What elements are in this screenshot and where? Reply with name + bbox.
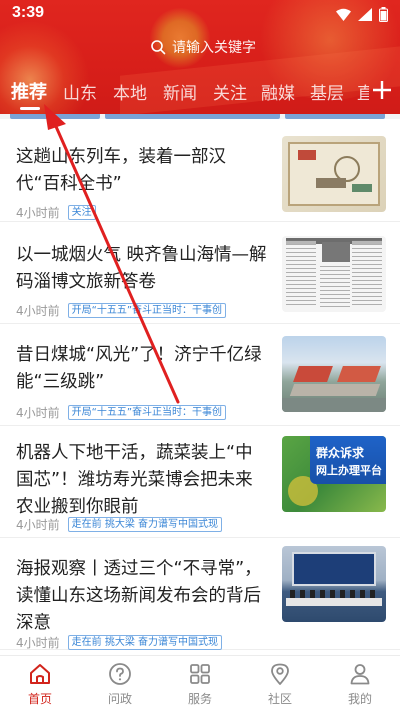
add-channel-icon[interactable] xyxy=(371,79,393,101)
nav-inquiry[interactable]: 问政 xyxy=(80,662,160,707)
status-time: 3:39 xyxy=(12,4,45,21)
news-title: 这趟山东列车，装着一部汉代“百科全书” xyxy=(16,147,226,194)
banner-segment xyxy=(105,114,280,119)
nav-mine[interactable]: 我的 xyxy=(320,662,400,707)
battery-icon xyxy=(379,7,388,22)
banner-segment xyxy=(10,114,100,119)
news-meta: 4小时前 走在前 挑大梁 奋力谱写中国式现 xyxy=(16,516,222,533)
news-time: 4小时前 xyxy=(16,206,60,220)
news-meta: 4小时前 走在前 挑大梁 奋力谱写中国式现 xyxy=(16,634,222,651)
grid-icon xyxy=(190,664,210,684)
channel-tabs: 推荐 山东 本地 新闻 关注 融媒 基层 直 xyxy=(0,76,400,110)
tab-recommend[interactable]: 推荐 xyxy=(11,78,47,104)
location-pin-icon xyxy=(271,663,289,685)
search-placeholder: 请输入关键字 xyxy=(172,40,256,56)
news-tag[interactable]: 走在前 挑大梁 奋力谱写中国式现 xyxy=(67,635,222,650)
person-icon xyxy=(350,664,370,685)
news-tag[interactable]: 开局“十五五”奋斗正当时：干事创 xyxy=(67,405,227,420)
badge-text-2: 网上办理平台 xyxy=(316,464,382,477)
tab-local[interactable]: 本地 xyxy=(113,79,147,104)
search-icon xyxy=(151,40,166,55)
news-thumbnail xyxy=(282,336,386,412)
nav-label: 问政 xyxy=(107,692,132,706)
news-tag[interactable]: 开局“十五五”奋斗正当时：干事创 xyxy=(67,303,227,318)
news-meta: 4小时前 开局“十五五”奋斗正当时：干事创 xyxy=(16,302,227,319)
news-item[interactable]: 以一城烟火气 映齐鲁山海情—解码淄博文旅新答卷 4小时前 开局“十五五”奋斗正当… xyxy=(0,222,400,324)
wifi-icon xyxy=(336,8,351,21)
news-item[interactable]: 昔日煤城“风光”了！济宁千亿绿能“三级跳” 4小时前 开局“十五五”奋斗正当时：… xyxy=(0,324,400,426)
tab-live[interactable]: 直 xyxy=(357,79,369,104)
nav-label: 社区 xyxy=(267,692,292,706)
news-meta: 4小时前 开局“十五五”奋斗正当时：干事创 xyxy=(16,404,227,421)
news-thumbnail xyxy=(282,136,386,212)
news-item[interactable]: 海报观察丨透过三个“不寻常”，读懂山东这场新闻发布会的背后深意 4小时前 走在前… xyxy=(0,538,400,650)
search-bar[interactable]: 请输入关键字 xyxy=(150,36,256,58)
news-time: 4小时前 xyxy=(16,636,60,650)
question-icon xyxy=(109,663,131,685)
news-time: 4小时前 xyxy=(16,518,60,532)
news-thumbnail: 群众诉求 网上办理平台 xyxy=(282,436,386,512)
news-meta: 4小时前 关注 xyxy=(16,204,96,221)
tab-shandong[interactable]: 山东 xyxy=(63,79,97,104)
news-item[interactable]: 机器人下地干活，蔬菜装上“中国芯”！潍坊寿光菜博会把未来农业搬到你眼前 4小时前… xyxy=(0,426,400,538)
news-title: 海报观察丨透过三个“不寻常”，读懂山东这场新闻发布会的背后深意 xyxy=(16,559,262,633)
status-bar: 3:39 xyxy=(0,0,400,28)
banner-segment xyxy=(285,114,385,119)
nav-home[interactable]: 首页 xyxy=(0,662,80,707)
active-tab-indicator xyxy=(20,107,40,110)
news-title: 机器人下地干活，蔬菜装上“中国芯”！潍坊寿光菜博会把未来农业搬到你眼前 xyxy=(16,443,253,517)
tab-media[interactable]: 融媒 xyxy=(261,79,295,104)
app-screen: 3:39 请输入关键字 推荐 山东 本地 新闻 关注 融媒 基层 直 这趟山东列… xyxy=(0,0,400,711)
news-item[interactable]: 这趟山东列车，装着一部汉代“百科全书” 4小时前 关注 xyxy=(0,122,400,222)
news-tag[interactable]: 走在前 挑大梁 奋力谱写中国式现 xyxy=(67,517,222,532)
status-icons xyxy=(336,7,388,22)
bottom-navigation: 首页 问政 服务 社区 我的 xyxy=(0,655,400,711)
news-thumbnail xyxy=(282,546,386,622)
nav-service[interactable]: 服务 xyxy=(160,662,240,707)
news-title: 以一城烟火气 映齐鲁山海情—解码淄博文旅新答卷 xyxy=(16,245,267,292)
header: 3:39 请输入关键字 推荐 山东 本地 新闻 关注 融媒 基层 直 xyxy=(0,0,400,118)
news-time: 4小时前 xyxy=(16,406,60,420)
nav-label: 服务 xyxy=(187,692,212,706)
news-thumbnail xyxy=(282,236,386,312)
banner-strip xyxy=(0,114,400,119)
home-icon xyxy=(30,664,50,684)
tab-grassroots[interactable]: 基层 xyxy=(310,79,344,104)
nav-label: 我的 xyxy=(347,692,372,706)
news-title: 昔日煤城“风光”了！济宁千亿绿能“三级跳” xyxy=(16,345,262,392)
cellular-signal-icon xyxy=(358,8,372,21)
tab-news[interactable]: 新闻 xyxy=(163,79,197,104)
news-time: 4小时前 xyxy=(16,304,60,318)
badge-text-1: 群众诉求 xyxy=(316,446,365,460)
news-tag[interactable]: 关注 xyxy=(67,205,96,220)
nav-label: 首页 xyxy=(27,692,52,706)
nav-community[interactable]: 社区 xyxy=(240,662,320,707)
tab-follow[interactable]: 关注 xyxy=(213,79,247,104)
